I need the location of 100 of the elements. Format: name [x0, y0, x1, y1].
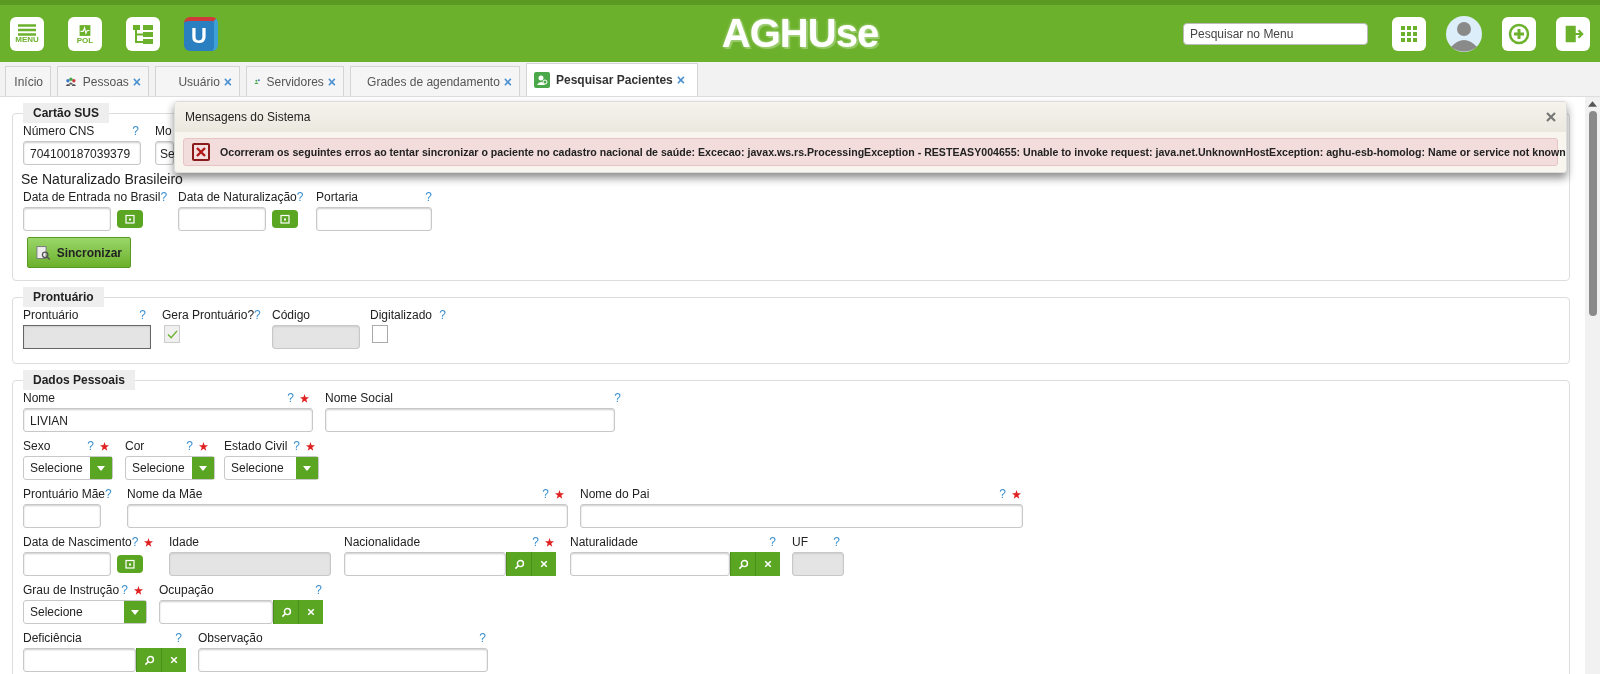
select-dropdown[interactable]: Selecione — [23, 456, 113, 480]
app-logo-button[interactable]: U — [184, 16, 218, 51]
help-icon[interactable]: ? — [87, 439, 94, 453]
help-icon[interactable]: ? — [132, 124, 139, 138]
help-icon[interactable]: ? — [614, 391, 621, 405]
help-icon[interactable]: ? — [439, 308, 446, 322]
field-label: Prontuário — [23, 308, 79, 322]
help-icon[interactable]: ? — [532, 535, 539, 549]
help-icon[interactable]: ? — [105, 487, 112, 501]
scroll-up-arrow-icon[interactable] — [1588, 101, 1597, 107]
search-icon — [513, 558, 525, 570]
field-label: Naturalidade — [570, 535, 639, 549]
lookup-field[interactable] — [159, 600, 273, 624]
text-field[interactable] — [23, 504, 101, 528]
lookup-field[interactable] — [570, 552, 731, 576]
help-icon[interactable]: ? — [160, 190, 168, 204]
clear-button[interactable] — [531, 552, 556, 576]
close-tab-button[interactable]: × — [327, 73, 336, 90]
help-icon[interactable]: ? — [121, 583, 128, 597]
search-button[interactable] — [506, 552, 531, 576]
avatar-icon[interactable] — [1446, 15, 1482, 52]
help-icon[interactable]: ? — [833, 535, 840, 549]
text-field[interactable] — [198, 648, 488, 672]
tree-icon[interactable] — [126, 16, 160, 51]
field-label: Data de Entrada no Brasil — [23, 190, 161, 204]
clear-icon — [307, 608, 315, 616]
sync-button[interactable]: Sincronizar — [27, 237, 131, 268]
calendar-button[interactable] — [117, 555, 143, 573]
select-dropdown[interactable]: Selecione — [224, 456, 319, 480]
tab[interactable]: Pessoas × — [57, 66, 149, 96]
search-icon — [280, 606, 292, 618]
search-button[interactable] — [136, 648, 161, 672]
select-dropdown[interactable]: Selecione — [125, 456, 215, 480]
field-label: Nome — [23, 391, 55, 405]
scrollbar[interactable] — [1585, 97, 1600, 674]
tab[interactable]: Início — [5, 66, 51, 96]
text-field[interactable] — [325, 408, 615, 432]
clipboard-button[interactable]: POL — [68, 16, 102, 51]
date-field[interactable] — [23, 552, 111, 576]
refresh-icon[interactable] — [1502, 16, 1536, 51]
required-star-icon — [545, 537, 554, 547]
close-tab-button[interactable]: × — [503, 73, 512, 90]
field-label: UF — [792, 535, 808, 549]
select-dropdown[interactable]: Selecione — [23, 600, 147, 624]
help-icon[interactable]: ? — [186, 439, 193, 453]
date-field[interactable] — [23, 207, 111, 231]
exit-icon[interactable] — [1556, 16, 1590, 51]
search-icon — [143, 654, 155, 666]
grid-icon[interactable] — [1392, 16, 1426, 51]
text-field[interactable]: Se — [155, 141, 174, 165]
help-icon[interactable]: ? — [293, 439, 300, 453]
help-icon[interactable]: ? — [296, 190, 304, 204]
help-icon[interactable]: ? — [999, 487, 1006, 501]
caret-down-icon — [303, 465, 311, 471]
error-icon — [192, 143, 210, 161]
date-field[interactable] — [178, 207, 266, 231]
text-field[interactable] — [169, 552, 331, 576]
required-star-icon — [100, 441, 109, 451]
help-icon[interactable]: ? — [769, 535, 776, 549]
required-star-icon — [1012, 489, 1021, 499]
calendar-button[interactable] — [117, 210, 143, 228]
text-field[interactable] — [127, 504, 568, 528]
text-field[interactable] — [23, 325, 151, 349]
search-button[interactable] — [730, 552, 756, 576]
calendar-button[interactable] — [272, 210, 298, 228]
help-icon[interactable]: ? — [425, 190, 432, 204]
clear-button[interactable] — [298, 600, 323, 624]
tab[interactable]: Servidores × — [246, 66, 344, 96]
menu-search-field[interactable]: Pesquisar no Menu — [1183, 22, 1368, 45]
tab[interactable]: Grades de agendamento × — [350, 66, 520, 96]
help-icon[interactable]: ? — [139, 308, 146, 322]
section-title: Dados Pessoais — [23, 370, 136, 390]
text-field[interactable] — [316, 207, 432, 231]
field-label: Data de Nascimento — [23, 535, 132, 549]
scrollbar-thumb[interactable] — [1588, 111, 1597, 316]
field-label: Ocupação — [159, 583, 214, 597]
text-field[interactable]: LIVIAN — [23, 408, 313, 432]
clear-button[interactable] — [755, 552, 780, 576]
clear-button[interactable] — [161, 648, 186, 672]
menu-button[interactable]: MENU — [10, 16, 44, 51]
checkbox[interactable] — [372, 325, 388, 343]
lookup-field[interactable] — [23, 648, 136, 672]
help-icon[interactable]: ? — [175, 631, 182, 645]
text-field[interactable] — [580, 504, 1023, 528]
text-field[interactable] — [792, 552, 844, 576]
tab[interactable]: Pesquisar Pacientes × — [526, 63, 698, 96]
close-icon[interactable] — [1546, 112, 1556, 122]
help-icon[interactable]: ? — [131, 535, 139, 549]
close-tab-button[interactable]: × — [132, 73, 141, 90]
help-icon[interactable]: ? — [287, 391, 294, 405]
text-field[interactable]: 704100187039379 — [23, 141, 141, 165]
help-icon[interactable]: ? — [479, 631, 486, 645]
help-icon[interactable]: ? — [542, 487, 549, 501]
tab[interactable]: Usuário × — [155, 66, 240, 96]
text-field[interactable] — [272, 325, 360, 349]
close-tab-button[interactable]: × — [676, 72, 685, 88]
lookup-field[interactable] — [344, 552, 506, 576]
close-tab-button[interactable]: × — [223, 73, 232, 90]
search-button[interactable] — [273, 600, 298, 624]
help-icon[interactable]: ? — [315, 583, 322, 597]
